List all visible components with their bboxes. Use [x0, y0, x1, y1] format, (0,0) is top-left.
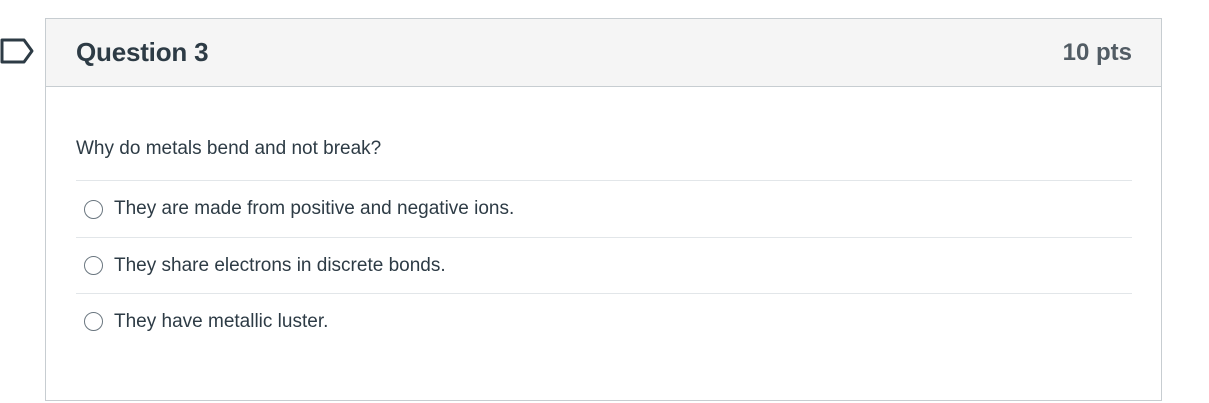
answer-option[interactable]: They are made from positive and negative…: [76, 181, 1132, 237]
answer-option[interactable]: They have metallic luster.: [76, 293, 1132, 349]
question-text: Why do metals bend and not break?: [76, 87, 1132, 181]
radio-button[interactable]: [84, 256, 103, 275]
radio-button[interactable]: [84, 199, 103, 219]
question-title: Question 3: [76, 37, 209, 67]
answer-label: They share electrons in discrete bonds.: [114, 254, 446, 276]
quiz-page: Question 3 10 pts Why do metals bend and…: [0, 0, 1209, 403]
answer-label: They have metallic luster.: [114, 310, 329, 332]
answer-label: They are made from positive and negative…: [114, 198, 515, 219]
question-card: Question 3 10 pts Why do metals bend and…: [45, 18, 1162, 401]
question-header: Question 3 10 pts: [46, 19, 1161, 87]
answer-option[interactable]: They share electrons in discrete bonds.: [76, 237, 1132, 293]
answer-list: They are made from positive and negative…: [76, 181, 1132, 349]
question-body: Why do metals bend and not break? They a…: [46, 87, 1161, 349]
flag-question-icon[interactable]: [0, 38, 34, 64]
radio-button[interactable]: [84, 312, 103, 331]
question-points: 10 pts: [1062, 38, 1132, 66]
